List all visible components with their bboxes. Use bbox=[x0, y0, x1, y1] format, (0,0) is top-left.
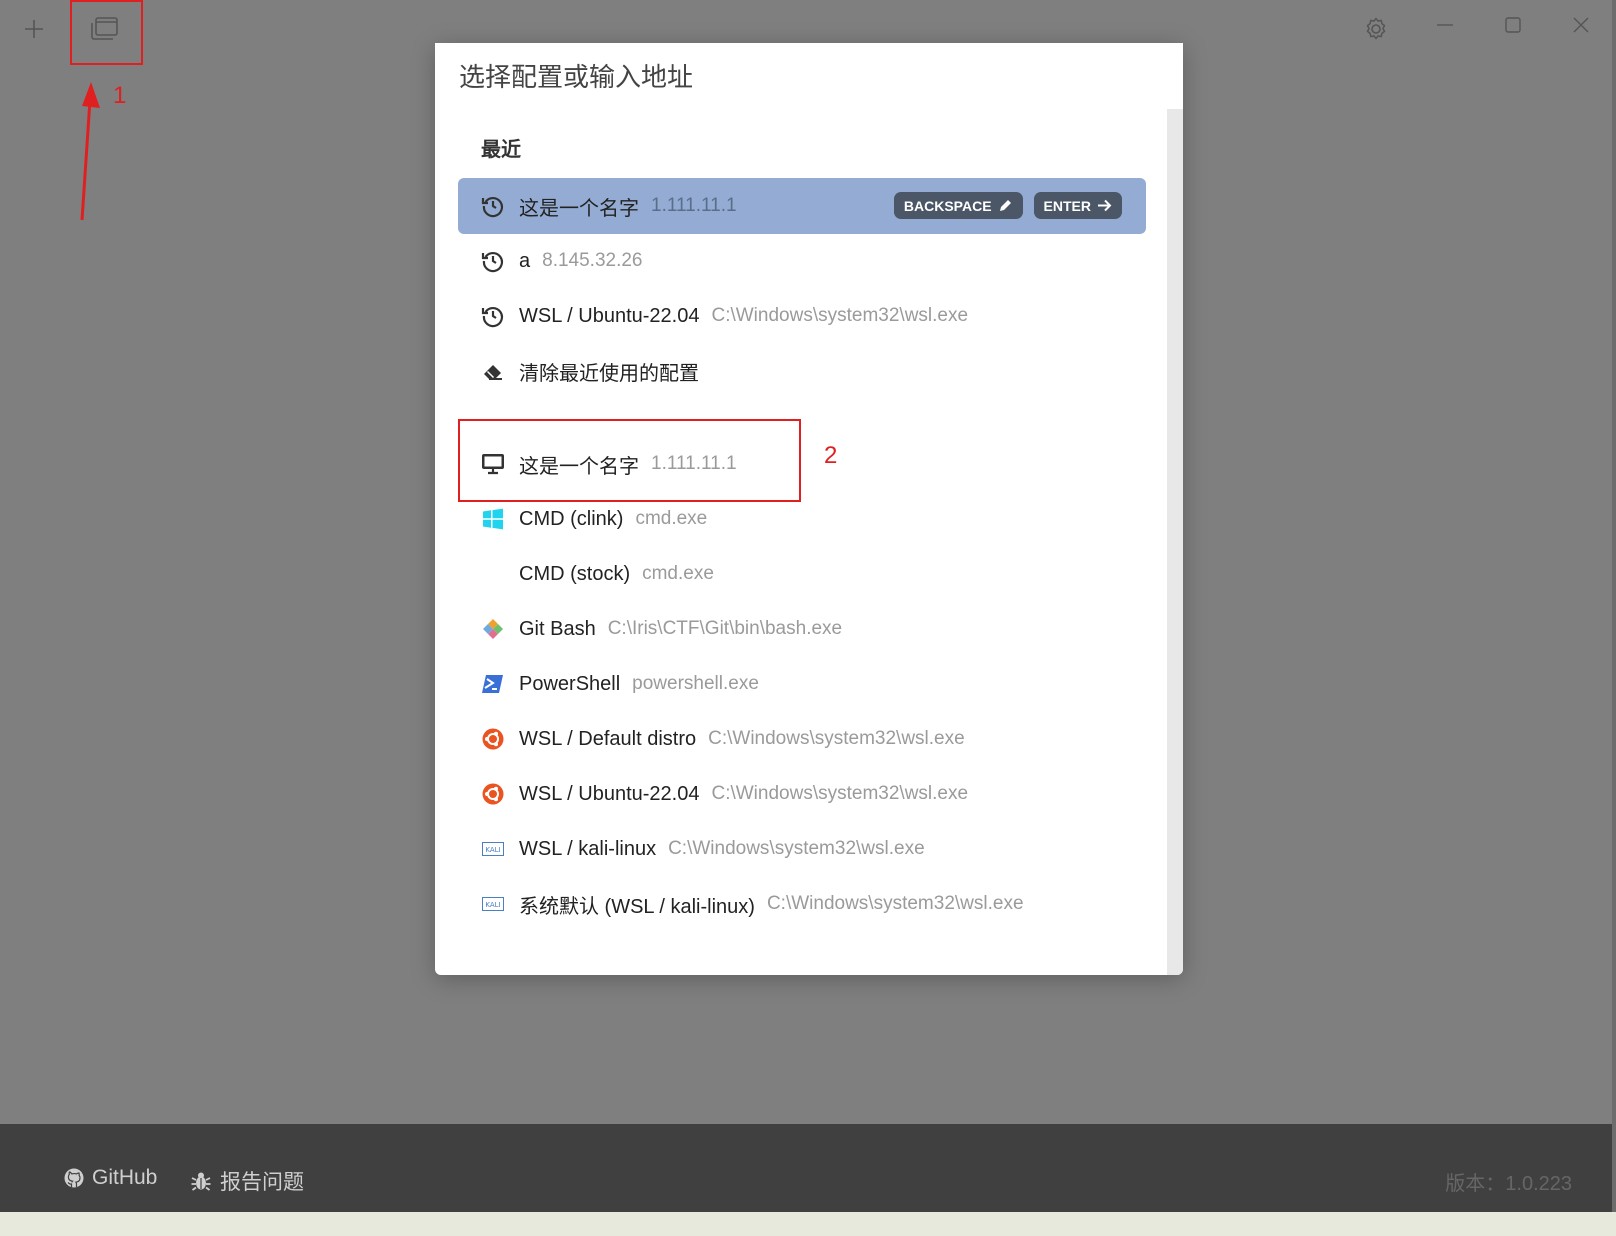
profile-name: Git Bash bbox=[519, 617, 596, 640]
annotation-label-1: 1 bbox=[113, 82, 127, 109]
profile-detail: C:\Windows\system32\wsl.exe bbox=[711, 783, 969, 804]
eraser-icon bbox=[480, 358, 506, 384]
modal-title[interactable]: 选择配置或输入地址 bbox=[459, 57, 693, 94]
profile-selector-modal: 选择配置或输入地址 最近 这是一个名字 1.111.11.1 BACKSPACE… bbox=[435, 43, 1183, 975]
settings-button[interactable] bbox=[1360, 13, 1392, 45]
backspace-key-hint[interactable]: BACKSPACE bbox=[893, 192, 1023, 219]
github-icon bbox=[64, 1168, 84, 1188]
plus-icon bbox=[25, 20, 43, 38]
profile-detail: cmd.exe bbox=[635, 508, 708, 529]
shortcut-hints: BACKSPACE ENTER bbox=[893, 192, 1122, 219]
profile-item-6[interactable]: WSL / Default distro C:\Windows\system32… bbox=[458, 711, 1146, 767]
bug-icon bbox=[191, 1172, 211, 1191]
profile-item-5[interactable]: PowerShell powershell.exe bbox=[458, 656, 1146, 712]
profile-name: CMD (clink) bbox=[519, 507, 624, 530]
enter-key-hint[interactable]: ENTER bbox=[1033, 192, 1122, 219]
profile-name: WSL / kali-linux bbox=[519, 837, 657, 860]
maximize-icon bbox=[1505, 17, 1521, 33]
profile-name: PowerShell bbox=[519, 672, 621, 695]
annotation-label-2: 2 bbox=[824, 442, 838, 469]
report-issue-label: 报告问题 bbox=[220, 1171, 304, 1194]
os-taskbar bbox=[0, 1212, 1616, 1236]
svg-text:KALI: KALI bbox=[485, 846, 500, 854]
kali-icon: KALI bbox=[480, 836, 506, 862]
clear-recent-button[interactable]: 清除最近使用的配置 bbox=[458, 343, 1146, 399]
profile-item-3[interactable]: CMD (stock) cmd.exe bbox=[458, 546, 1146, 602]
version-label: 版本：1.0.223 bbox=[1445, 1173, 1572, 1195]
profile-item-8[interactable]: KALI WSL / kali-linux C:\Windows\system3… bbox=[458, 821, 1146, 877]
arrow-right-icon bbox=[1098, 199, 1112, 212]
report-issue-link[interactable]: 报告问题 bbox=[190, 1166, 304, 1196]
maximize-button[interactable] bbox=[1498, 10, 1528, 40]
ubuntu-icon bbox=[480, 781, 506, 807]
close-button[interactable] bbox=[1566, 10, 1596, 40]
pencil-icon bbox=[999, 200, 1011, 211]
powershell-icon bbox=[480, 671, 506, 697]
profile-detail: C:\Iris\CTF\Git\bin\bash.exe bbox=[607, 618, 843, 639]
close-icon bbox=[1573, 17, 1589, 33]
recent-section-label: 最近 bbox=[481, 139, 521, 161]
profile-name: 清除最近使用的配置 bbox=[519, 362, 699, 385]
profile-name: CMD (stock) bbox=[519, 562, 631, 585]
gear-icon bbox=[1366, 17, 1386, 40]
windows-icon bbox=[480, 506, 506, 532]
profile-detail: C:\Windows\system32\wsl.exe bbox=[708, 728, 965, 749]
recent-item-2[interactable]: a 8.145.32.26 bbox=[458, 233, 1146, 289]
new-tab-button[interactable] bbox=[18, 14, 50, 44]
arrow-icon bbox=[80, 82, 100, 221]
recent-item-3[interactable]: WSL / Ubuntu-22.04 C:\Windows\system32\w… bbox=[458, 288, 1146, 344]
svg-text:KALI: KALI bbox=[485, 901, 500, 909]
history-icon bbox=[480, 248, 506, 274]
profile-detail: C:\Windows\system32\wsl.exe bbox=[766, 893, 1024, 914]
profile-name: a bbox=[519, 249, 531, 272]
footer-bar: GitHub 报告问题 版本：1.0.223 bbox=[0, 1124, 1616, 1212]
ubuntu-icon bbox=[480, 726, 506, 752]
profile-detail: cmd.exe bbox=[642, 563, 714, 584]
git-icon bbox=[480, 616, 506, 642]
history-icon bbox=[480, 193, 506, 219]
modal-scrollbar[interactable] bbox=[1167, 109, 1183, 975]
blank-icon bbox=[480, 561, 506, 587]
profile-name: 这是一个名字 bbox=[519, 197, 639, 220]
github-label: GitHub bbox=[92, 1166, 158, 1189]
profile-detail: C:\Windows\system32\wsl.exe bbox=[668, 838, 925, 859]
github-link[interactable]: GitHub bbox=[64, 1166, 157, 1190]
profile-name: WSL / Default distro bbox=[519, 727, 697, 750]
profile-detail: powershell.exe bbox=[632, 673, 759, 694]
window-edge bbox=[1612, 0, 1616, 1212]
enter-key-label: ENTER bbox=[1043, 197, 1091, 214]
app-window: 1 选择配置或输入地址 最近 这是一个名字 1.111.11.1 BACKSPA… bbox=[0, 0, 1616, 1236]
profile-item-7[interactable]: WSL / Ubuntu-22.04 C:\Windows\system32\w… bbox=[458, 766, 1146, 822]
kali-icon: KALI bbox=[480, 891, 506, 917]
backspace-key-label: BACKSPACE bbox=[903, 197, 992, 214]
annotation-box-1 bbox=[70, 0, 143, 65]
recent-item-1[interactable]: 这是一个名字 1.111.11.1 BACKSPACE ENTER bbox=[458, 178, 1146, 234]
history-icon bbox=[480, 303, 506, 329]
profile-name: WSL / Ubuntu-22.04 bbox=[519, 304, 700, 327]
profile-name: 系统默认 (WSL / kali-linux) bbox=[519, 895, 755, 918]
profile-name: WSL / Ubuntu-22.04 bbox=[519, 782, 700, 805]
profile-item-9[interactable]: KALI 系统默认 (WSL / kali-linux) C:\Windows\… bbox=[458, 876, 1146, 932]
minimize-button[interactable] bbox=[1430, 10, 1460, 40]
profile-detail: 1.111.11.1 bbox=[651, 195, 737, 216]
profile-detail: C:\Windows\system32\wsl.exe bbox=[711, 305, 969, 326]
minimize-icon bbox=[1437, 24, 1453, 26]
profile-detail: 8.145.32.26 bbox=[542, 250, 643, 271]
profile-item-4[interactable]: Git Bash C:\Iris\CTF\Git\bin\bash.exe bbox=[458, 601, 1146, 657]
annotation-box-2 bbox=[458, 419, 801, 502]
